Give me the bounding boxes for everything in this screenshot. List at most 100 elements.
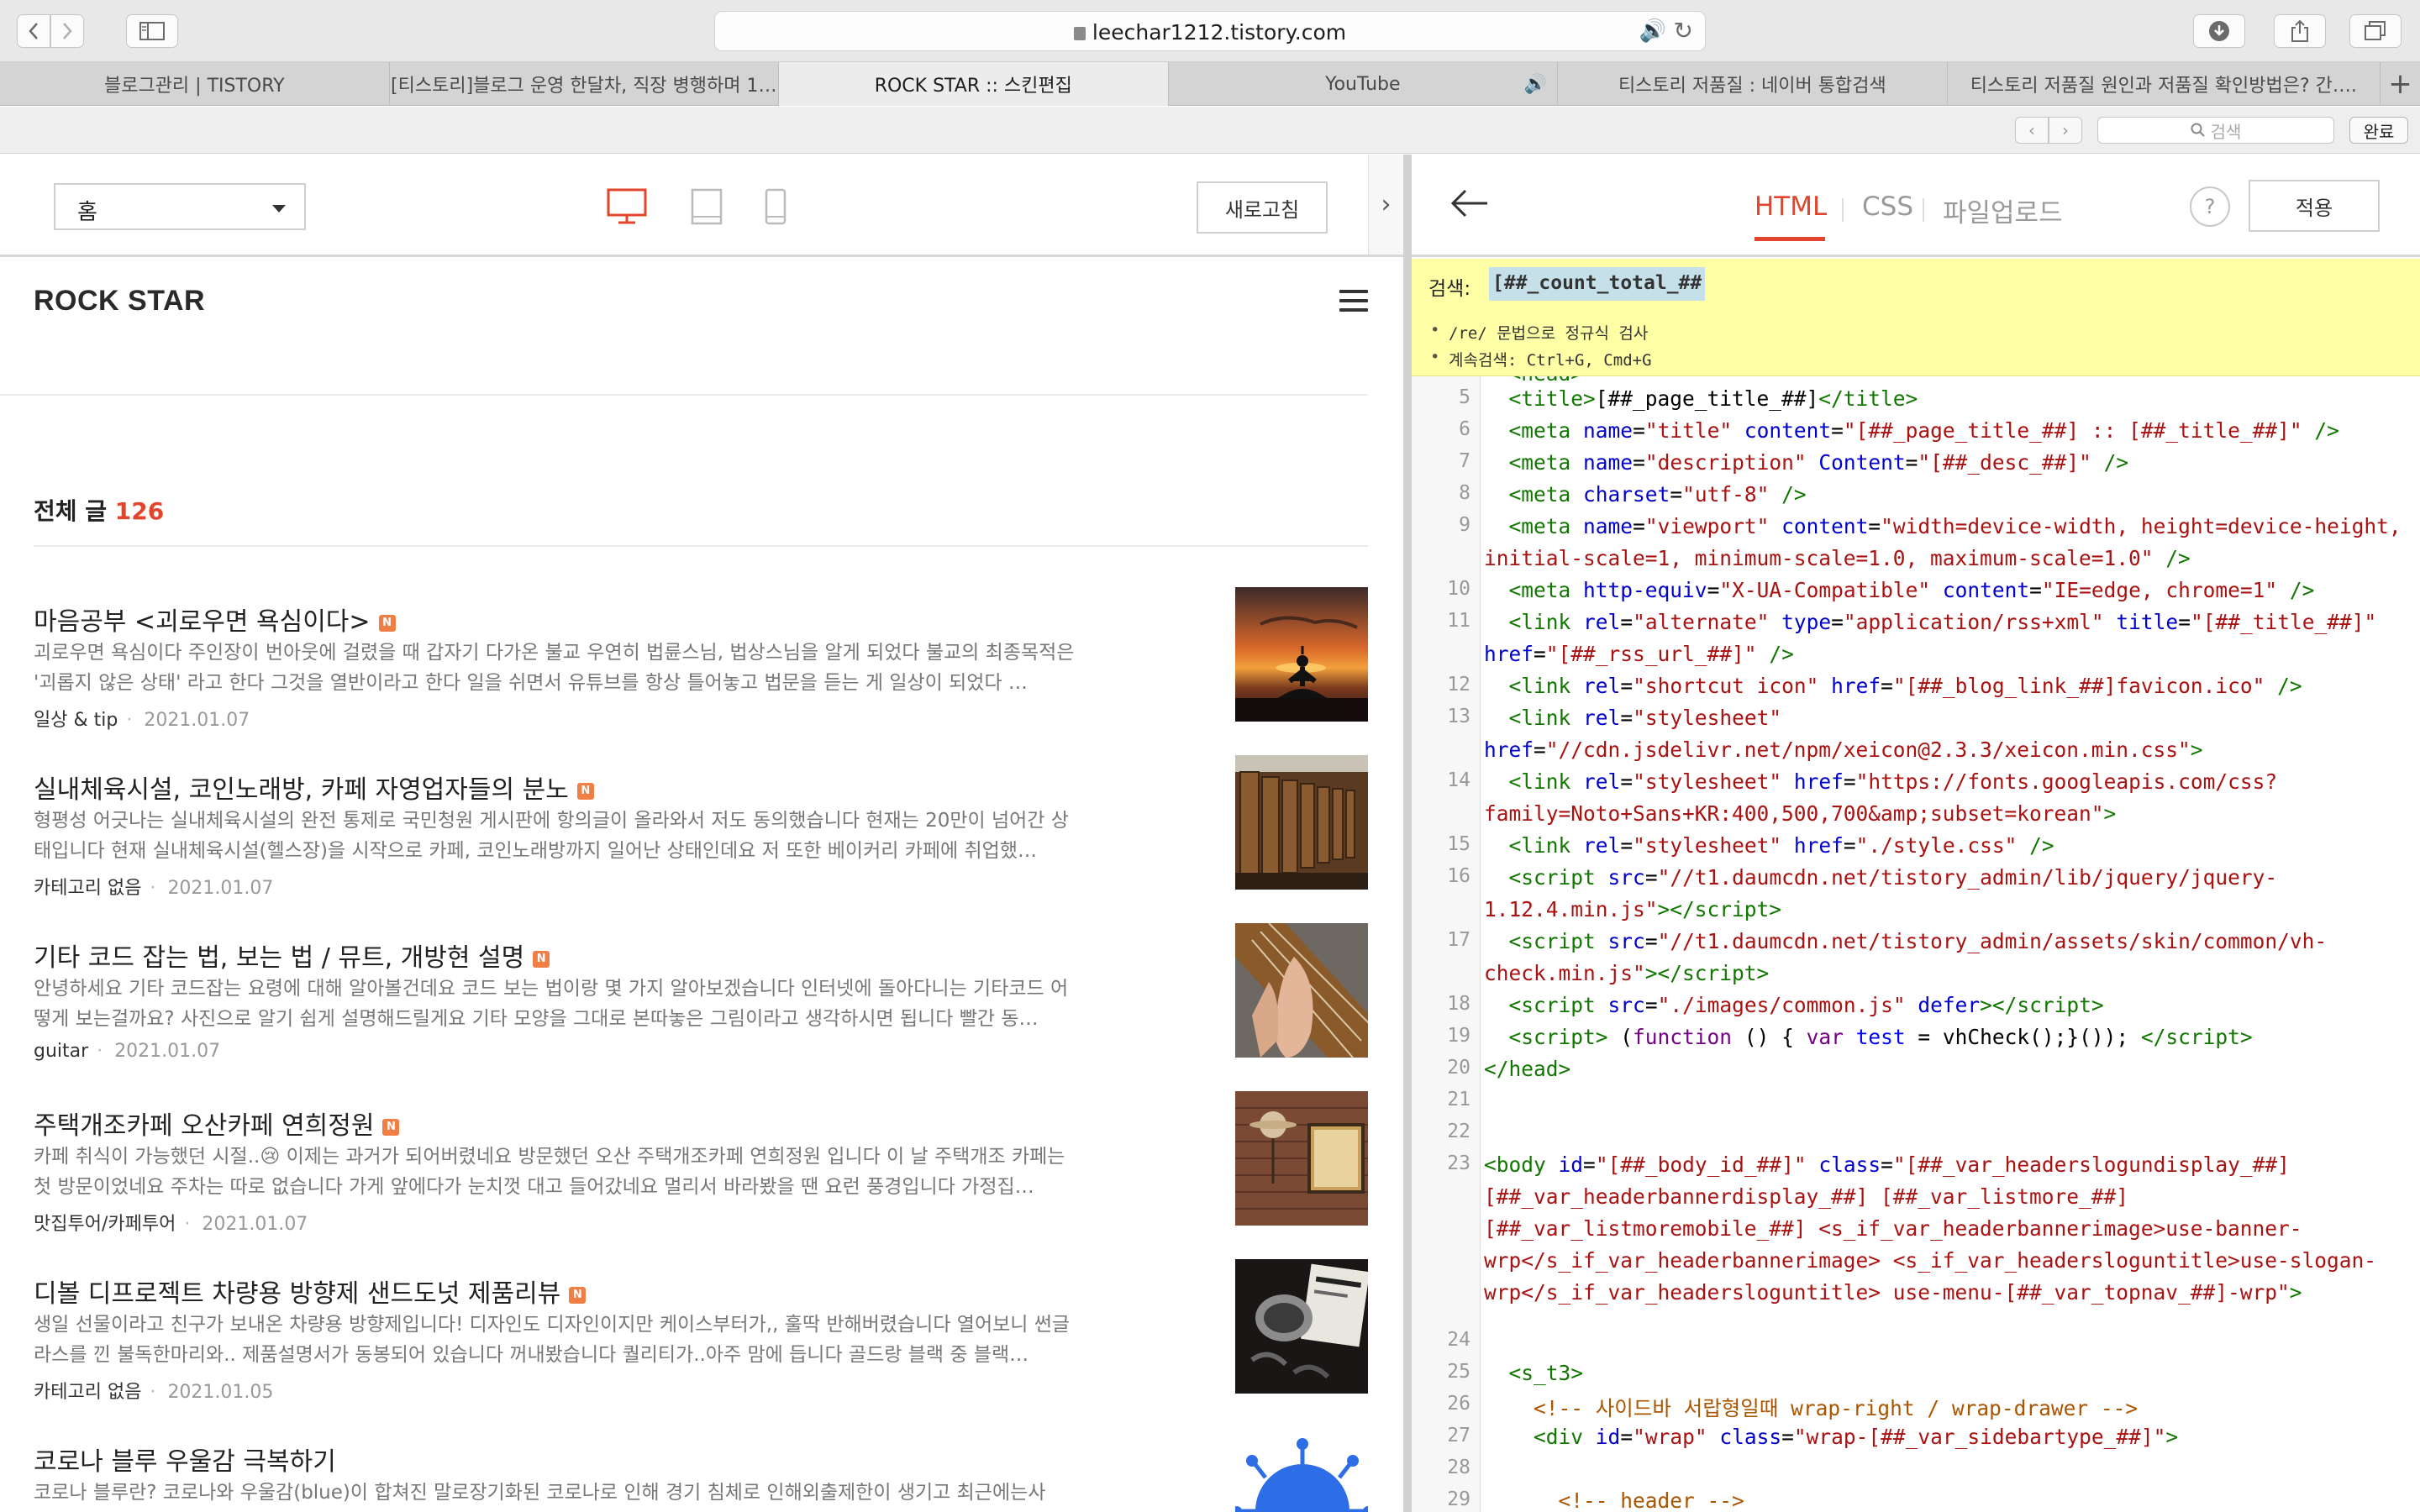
find-done-button[interactable]: 완료 [2349, 117, 2408, 144]
back-arrow-icon[interactable] [1450, 185, 1489, 228]
code-line: 26 <!-- 사이드바 서랍형일때 wrap-right / wrap-dra… [1447, 1393, 2139, 1420]
post-title[interactable]: 주택개조카페 오산카페 연희정원 N [34, 1105, 400, 1142]
reload-icon[interactable]: ↻ [1674, 17, 1693, 45]
refresh-button[interactable]: 새로고침 [1197, 181, 1328, 234]
new-badge-icon: N [576, 782, 594, 800]
mobile-view-button[interactable] [765, 188, 786, 228]
post-title[interactable]: 실내체육시설, 코인노래방, 카페 자영업자들의 분노 N [34, 769, 594, 806]
code-line: 9 <meta name="viewport" content="width=d… [1459, 514, 2402, 538]
post-thumbnail[interactable] [1235, 1259, 1368, 1394]
code-line: 5 <title>[##_page_title_##]</title> [1459, 386, 1918, 411]
post-meta: 맛집투어/카페투어 · 2021.01.07 [34, 1214, 308, 1235]
code-line: 24 [1447, 1329, 1470, 1351]
code-line: 7 <meta name="description" Content="[##_… [1459, 450, 2129, 475]
post-date: 2021.01.07 [202, 1214, 308, 1235]
code-line: 10 <meta http-equiv="X-UA-Compatible" co… [1447, 578, 2315, 602]
post-thumbnail[interactable] [1235, 755, 1368, 890]
blog-header: ROCK STAR [0, 260, 1368, 396]
code-line: initial-scale=1, minimum-scale=1.0, maxi… [1484, 546, 2191, 570]
new-badge-icon: N [533, 950, 550, 968]
sidebar-toggle-icon [139, 22, 165, 40]
code-line: href="[##_rss_url_##]" /> [1484, 642, 1794, 666]
code-line: 8 <meta charset="utf-8" /> [1459, 482, 1807, 507]
share-icon [2291, 19, 2308, 42]
page-select[interactable]: 홈 [54, 183, 306, 230]
code-line: 22 [1447, 1121, 1470, 1142]
code-line: 25 <s_t3> [1447, 1361, 1584, 1385]
tab-file-upload[interactable]: 파일업로드 [1943, 192, 2063, 229]
audio-icon[interactable]: 🔊 [1639, 18, 1666, 44]
skin-editor-panel: HTML CSS 파일업로드 ? 적용 검색: [##_count_total_… [1412, 155, 2420, 1512]
tab-blog-admin[interactable]: 블로그관리 | TISTORY [0, 62, 390, 106]
sidebar-toggle-button[interactable] [126, 14, 178, 48]
tab-youtube[interactable]: YouTube 🔊 [1169, 62, 1559, 106]
new-tab-button[interactable]: + [2381, 62, 2420, 106]
post-meta: guitar · 2021.01.07 [34, 1041, 221, 1062]
forward-arrow-icon [63, 23, 72, 39]
desktop-view-button[interactable] [607, 188, 647, 228]
post-category[interactable]: 맛집투어/카페투어 [34, 1214, 176, 1235]
forward-button[interactable] [50, 14, 84, 48]
post-title[interactable]: 기타 코드 잡는 법, 보는 법 / 뮤트, 개방현 설명 N [34, 937, 550, 974]
blog-preview: ROCK STAR 전체 글 126 마음공부 <괴로우면 욕심이다> N 괴로우… [0, 260, 1368, 1512]
post-thumbnail[interactable] [1235, 923, 1368, 1058]
tabs-overview-button[interactable] [2349, 14, 2402, 48]
code-search-input[interactable]: [##_count_total_## [1489, 267, 1706, 301]
code-line: 21 [1447, 1089, 1470, 1110]
tab-blog-post[interactable]: [티스토리]블로그 운영 한달차, 직장 병행하며 1… [390, 62, 780, 106]
preview-panel: 홈 새로고침 › ROCK STAR 전체 글 126 마음공부 <괴로우면 욕… [0, 155, 1403, 1512]
code-line: 15 <link rel="stylesheet" href="./style.… [1447, 833, 2054, 858]
help-button[interactable]: ? [2190, 186, 2230, 227]
lock-icon [1073, 27, 1086, 40]
post-thumbnail[interactable] [1235, 1427, 1368, 1512]
find-next-button[interactable]: › [2049, 117, 2082, 144]
post-title[interactable]: 디볼 디프로젝트 차량용 방향제 샌드도넛 제품리뷰 N [34, 1273, 587, 1310]
post-item[interactable]: 기타 코드 잡는 법, 보는 법 / 뮤트, 개방현 설명 N 안녕하세요 기타 … [34, 923, 1368, 1071]
search-icon [2191, 123, 2205, 137]
post-item[interactable]: 디볼 디프로젝트 차량용 방향제 샌드도넛 제품리뷰 N 생일 선물이라고 친구가… [34, 1259, 1368, 1407]
post-category[interactable]: guitar [34, 1041, 88, 1062]
panel-splitter[interactable] [1403, 155, 1412, 1512]
code-line: wrp</s_if_var_headerbannerimage> <s_if_v… [1484, 1248, 2377, 1273]
total-posts-heading: 전체 글 126 [34, 497, 165, 525]
tab-low-quality-article[interactable]: 티스토리 저품질 원인과 저품질 확인방법은? 간…. [1948, 62, 2381, 106]
new-badge-icon: N [382, 1118, 400, 1136]
post-date: 2021.01.07 [114, 1041, 221, 1062]
post-title[interactable]: 마음공부 <괴로우면 욕심이다> N [34, 601, 396, 638]
find-input[interactable]: 검색 [2097, 117, 2334, 144]
post-meta: 카테고리 없음 · 2021.01.07 [34, 878, 274, 899]
tab-audio-icon[interactable]: 🔊 [1524, 74, 1547, 95]
code-line: 28 [1447, 1457, 1470, 1478]
downloads-button[interactable] [2193, 14, 2245, 48]
code-line: 6 <meta name="title" content="[##_page_t… [1459, 418, 2339, 443]
find-previous-button[interactable]: ‹ [2015, 117, 2049, 144]
chevron-right-icon: › [1381, 190, 1392, 219]
code-line: 16 <script src="//t1.daumcdn.net/tistory… [1447, 865, 2278, 890]
post-thumbnail[interactable] [1235, 587, 1368, 722]
code-editor[interactable]: <head> 5 <title>[##_page_title_##]</titl… [1412, 376, 2420, 1512]
post-item[interactable]: 마음공부 <괴로우면 욕심이다> N 괴로우면 욕심이다 주인장이 번아웃에 걸렸… [34, 587, 1368, 735]
post-category[interactable]: 카테고리 없음 [34, 1382, 141, 1403]
post-title[interactable]: 코로나 블루 우울감 극복하기 [34, 1441, 336, 1478]
apply-button[interactable]: 적용 [2249, 180, 2380, 232]
post-excerpt: 생일 선물이라고 친구가 보내온 차량용 방향제입니다! 디자인도 디자인이지만… [34, 1314, 1071, 1366]
post-item[interactable]: 실내체육시설, 코인노래방, 카페 자영업자들의 분노 N 형평성 어긋나는 실내… [34, 755, 1368, 903]
hamburger-icon[interactable] [1339, 290, 1368, 318]
post-excerpt: 안녕하세요 기타 코드잡는 요령에 대해 알아볼건데요 코드 보는 법이랑 몇 … [34, 978, 1069, 1030]
share-button[interactable] [2274, 14, 2326, 48]
tablet-view-button[interactable] [691, 188, 723, 228]
post-thumbnail[interactable] [1235, 1091, 1368, 1226]
post-category[interactable]: 일상 & tip [34, 710, 118, 731]
tab-css[interactable]: CSS [1862, 192, 1913, 222]
back-button[interactable] [17, 14, 50, 48]
address-bar[interactable]: leechar1212.tistory.com 🔊 ↻ [714, 11, 1706, 51]
post-item[interactable]: 주택개조카페 오산카페 연희정원 N 카페 취식이 가능했던 시절..😢 이제는 … [34, 1091, 1368, 1239]
blog-title[interactable]: ROCK STAR [34, 285, 205, 318]
collapse-preview-button[interactable]: › [1368, 155, 1403, 257]
tab-naver-search[interactable]: 티스토리 저품질 : 네이버 통합검색 [1558, 62, 1948, 106]
desktop-icon [607, 188, 647, 224]
post-category[interactable]: 카테고리 없음 [34, 878, 141, 899]
tab-html[interactable]: HTML [1754, 192, 1827, 222]
post-item[interactable]: 코로나 블루 우울감 극복하기 코로나 블루란? 코로나와 우울감(blue)이… [34, 1427, 1368, 1512]
tab-skin-editor[interactable]: ROCK STAR :: 스킨편집 [779, 62, 1169, 106]
